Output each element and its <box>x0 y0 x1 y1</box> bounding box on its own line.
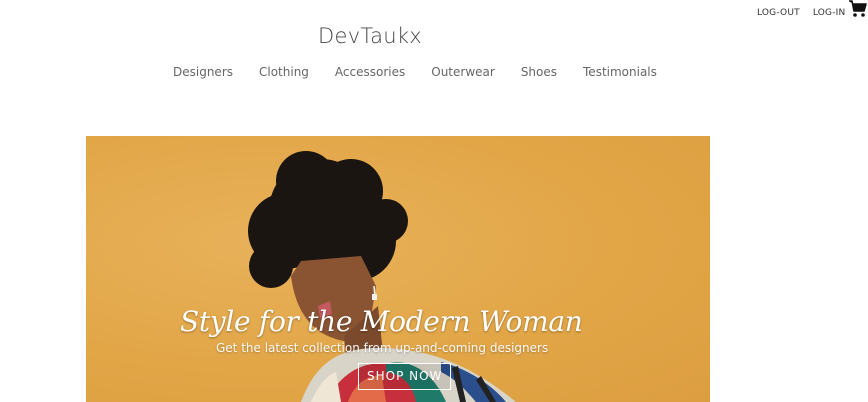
nav-item-outerwear[interactable]: Outerwear <box>431 65 495 79</box>
logout-link[interactable]: LOG-OUT <box>757 8 800 18</box>
hero-headline: Style for the Modern Woman <box>180 305 583 338</box>
shopping-cart-icon[interactable] <box>848 0 868 18</box>
nav-item-designers[interactable]: Designers <box>173 65 233 79</box>
nav-item-accessories[interactable]: Accessories <box>335 65 405 79</box>
account-links: LOG-OUT LOG-IN <box>757 8 845 18</box>
hero-banner: Style for the Modern Woman Get the lates… <box>86 136 710 402</box>
nav-item-clothing[interactable]: Clothing <box>259 65 309 79</box>
nav-item-testimonials[interactable]: Testimonials <box>583 65 657 79</box>
login-link[interactable]: LOG-IN <box>813 8 846 18</box>
nav-item-shoes[interactable]: Shoes <box>521 65 557 79</box>
shop-now-button[interactable]: SHOP NOW <box>358 363 452 390</box>
site-logo[interactable]: DevTaukx <box>318 24 422 48</box>
hero-subheadline: Get the latest collection from up-and-co… <box>216 341 549 355</box>
main-nav: Designers Clothing Accessories Outerwear… <box>173 65 657 79</box>
